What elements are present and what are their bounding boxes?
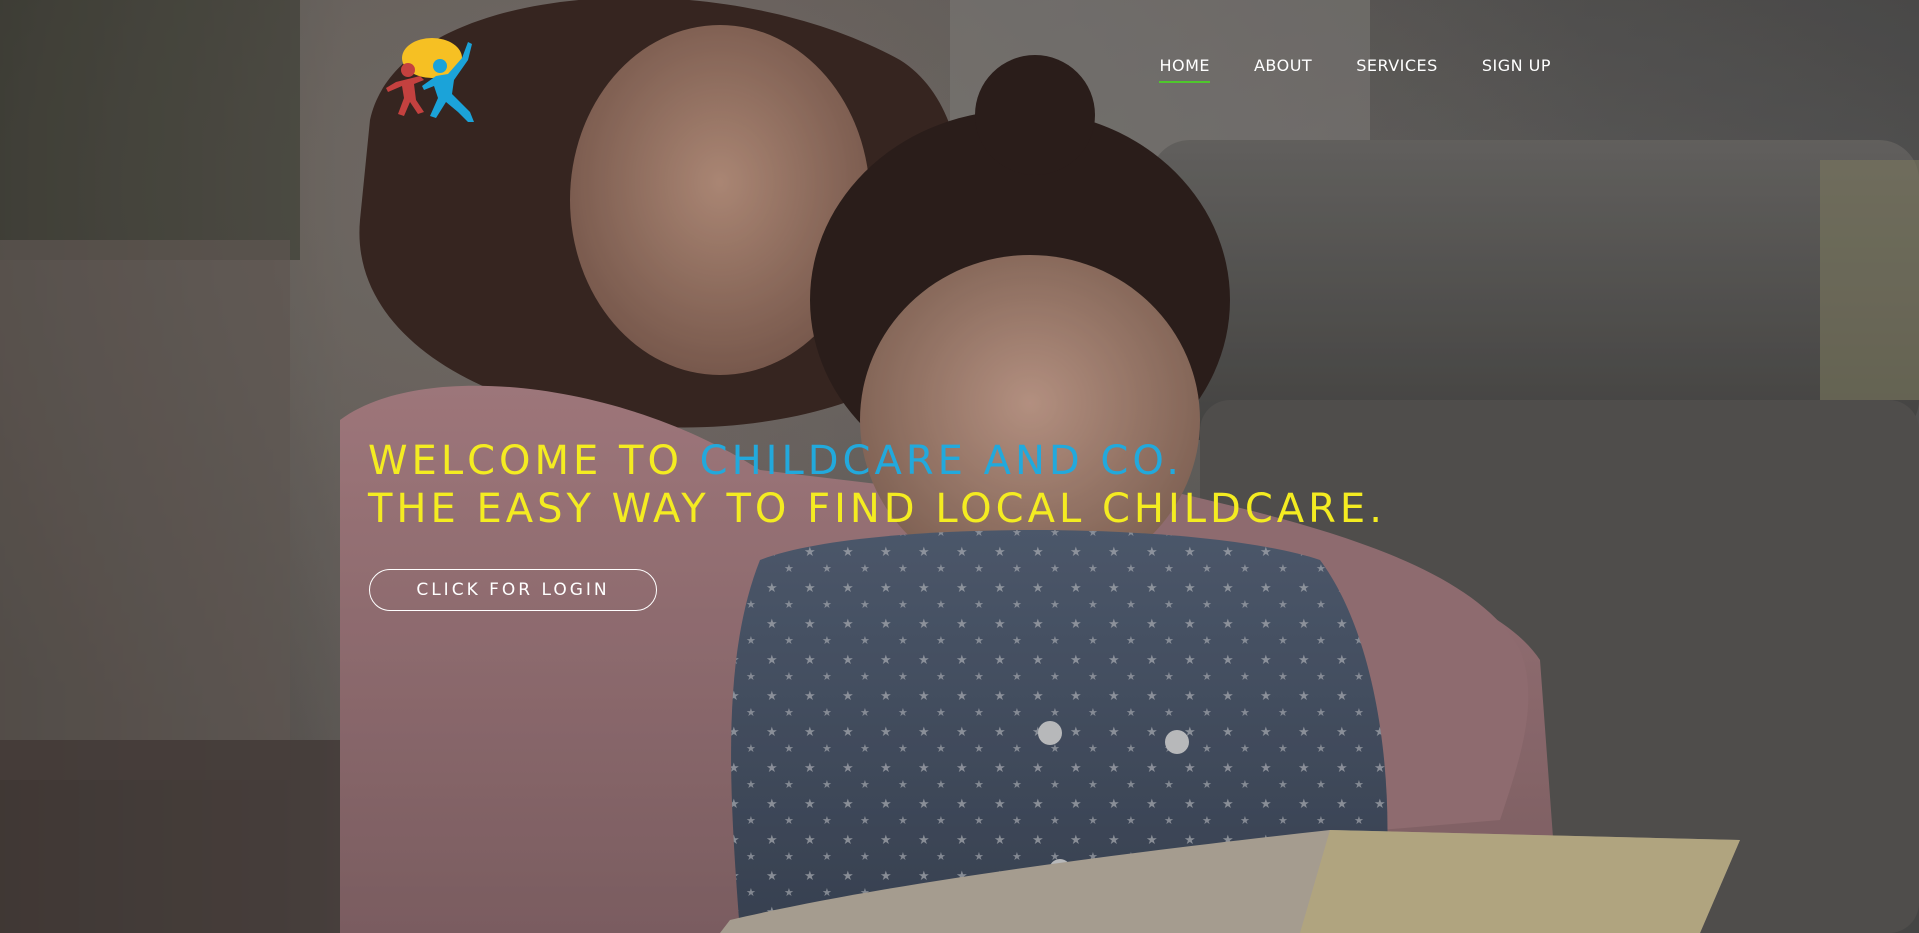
headline-tagline-text: THE EASY WAY TO FIND LOCAL CHILDCARE. [368, 485, 1386, 532]
nav-about-link[interactable]: ABOUT [1254, 56, 1312, 81]
login-button[interactable]: CLICK FOR LOGIN [369, 569, 657, 611]
children-playing-logo-icon[interactable] [378, 36, 482, 124]
nav-signup-link[interactable]: SIGN UP [1482, 56, 1551, 81]
headline-welcome-text: WELCOME TO [368, 437, 700, 484]
hero-section: ★ ★ [0, 0, 1919, 933]
headline-brand-text: CHILDCARE AND CO. [699, 437, 1183, 484]
nav-home-link[interactable]: HOME [1159, 56, 1210, 83]
main-nav: HOME ABOUT SERVICES SIGN UP [1159, 56, 1551, 83]
nav-services-link[interactable]: SERVICES [1356, 56, 1438, 81]
hero-headline: WELCOME TO CHILDCARE AND CO. THE EASY WA… [368, 437, 1386, 533]
